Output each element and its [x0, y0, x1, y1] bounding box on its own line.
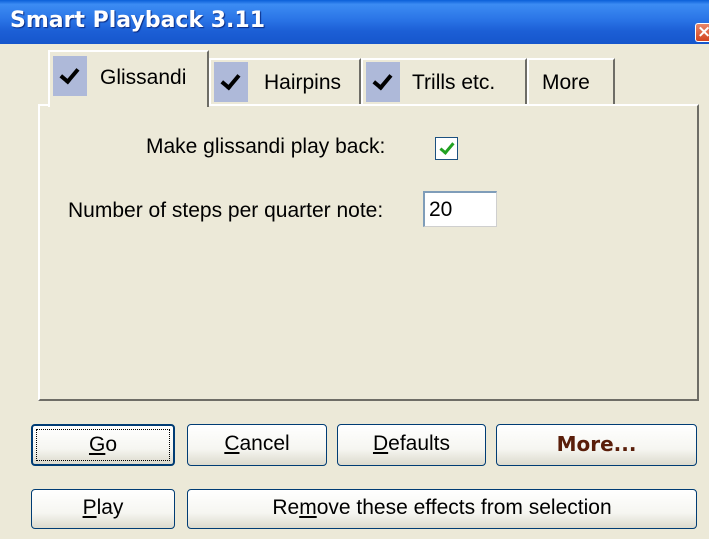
more-options-button[interactable]: More... — [496, 424, 697, 466]
tab-trills-checkmark-icon[interactable] — [366, 62, 400, 102]
close-icon: × — [697, 24, 709, 41]
tab-glissandi[interactable]: Glissandi — [48, 50, 209, 107]
defaults-button-label: efaults — [388, 432, 451, 455]
tab-trills-label: Trills etc. — [412, 71, 496, 94]
cancel-button-label: ancel — [239, 432, 290, 455]
cancel-button[interactable]: Cancel — [187, 424, 327, 466]
play-button-mnemonic: P — [82, 496, 97, 519]
remove-effects-button-mnemonic: m — [299, 496, 317, 519]
make-glissandi-play-back-label: Make glissandi play back: — [146, 135, 386, 158]
remove-effects-button[interactable]: Remove these effects from selection — [187, 489, 697, 529]
more-options-button-label: More... — [556, 432, 637, 456]
remove-effects-button-prefix: Re — [272, 496, 300, 519]
title-bar[interactable]: Smart Playback 3.11 × — [0, 0, 709, 44]
window-title: Smart Playback 3.11 — [10, 8, 266, 33]
tab-more[interactable]: More — [527, 58, 615, 104]
tab-hairpins[interactable]: Hairpins — [209, 58, 361, 104]
smart-playback-dialog: Smart Playback 3.11 × Glissandi Hairpins… — [0, 0, 709, 539]
tab-hairpins-label: Hairpins — [264, 71, 342, 94]
defaults-button-mnemonic: D — [372, 432, 389, 455]
tab-glissandi-checkmark-icon[interactable] — [53, 56, 87, 96]
focus-rect — [36, 429, 170, 461]
remove-effects-button-label: ove these effects from selection — [316, 496, 612, 519]
steps-per-quarter-note-input[interactable] — [423, 191, 497, 227]
make-glissandi-play-back-checkbox[interactable] — [435, 137, 458, 160]
play-button-label: lay — [96, 496, 124, 519]
steps-per-quarter-note-label: Number of steps per quarter note: — [68, 199, 384, 222]
defaults-button[interactable]: Defaults — [337, 424, 486, 466]
go-button[interactable]: Go — [31, 424, 175, 466]
play-button[interactable]: Play — [31, 489, 175, 529]
tab-hairpins-checkmark-icon[interactable] — [214, 62, 248, 102]
tab-more-label: More — [542, 71, 590, 94]
close-button[interactable]: × — [695, 23, 709, 42]
tab-trills[interactable]: Trills etc. — [361, 58, 527, 104]
cancel-button-mnemonic: C — [224, 432, 240, 455]
tab-glissandi-label: Glissandi — [100, 66, 187, 89]
